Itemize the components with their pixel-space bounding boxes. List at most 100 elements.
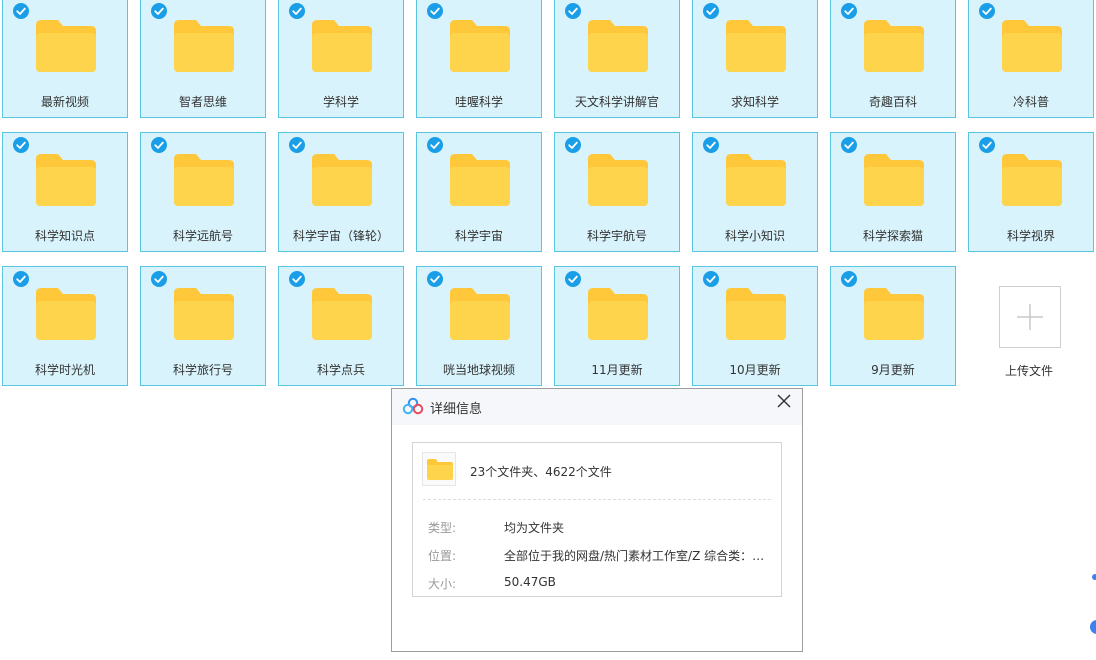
folder-tile[interactable]: 科学时光机 xyxy=(2,266,128,386)
folder-icon xyxy=(174,288,234,340)
folder-name: 奇趣百科 xyxy=(868,95,917,109)
folder-tile[interactable]: 学科学 xyxy=(278,0,404,118)
checkmark-icon[interactable] xyxy=(427,271,443,287)
checkmark-icon[interactable] xyxy=(289,137,305,153)
folder-name: 科学宇航号 xyxy=(586,229,647,243)
folder-icon xyxy=(864,20,924,72)
details-dialog: 详细信息 23个文件夹、4622个文件 类型: 均为文件夹 位置: 全部位于我的… xyxy=(391,388,803,652)
folder-name: 冷科普 xyxy=(1012,95,1049,109)
folder-icon xyxy=(450,20,510,72)
folder-icon xyxy=(864,154,924,206)
folder-tile[interactable]: 天文科学讲解官 xyxy=(554,0,680,118)
folder-name: 哇喔科学 xyxy=(454,95,503,109)
folder-icon xyxy=(450,154,510,206)
folder-icon xyxy=(588,288,648,340)
checkmark-icon[interactable] xyxy=(427,137,443,153)
folder-name: 科学远航号 xyxy=(172,229,233,243)
checkmark-icon[interactable] xyxy=(289,3,305,19)
folder-name: 天文科学讲解官 xyxy=(574,95,659,109)
folder-name: 科学宇宙 xyxy=(454,229,503,243)
folder-tile[interactable]: 科学宇航号 xyxy=(554,132,680,252)
floating-dot-icon xyxy=(1092,574,1096,580)
folder-tile[interactable]: 10月更新 xyxy=(692,266,818,386)
folder-tile[interactable]: 科学知识点 xyxy=(2,132,128,252)
folder-name: 求知科学 xyxy=(730,95,779,109)
checkmark-icon[interactable] xyxy=(703,137,719,153)
folder-tile[interactable]: 科学旅行号 xyxy=(140,266,266,386)
checkmark-icon[interactable] xyxy=(979,137,995,153)
folder-icon xyxy=(588,154,648,206)
dialog-title: 详细信息 xyxy=(430,402,483,417)
checkmark-icon[interactable] xyxy=(13,3,29,19)
upload-file-button[interactable]: 上传文件 xyxy=(966,266,1092,386)
folder-tile[interactable]: 科学探索猫 xyxy=(830,132,956,252)
floating-assistant-icon[interactable] xyxy=(1090,620,1096,634)
folder-tile[interactable]: 冷科普 xyxy=(968,0,1094,118)
checkmark-icon[interactable] xyxy=(13,137,29,153)
folder-tile[interactable]: 最新视频 xyxy=(2,0,128,118)
folder-name: 科学宇宙（锋轮） xyxy=(292,229,389,243)
checkmark-icon[interactable] xyxy=(565,137,581,153)
folder-name: 最新视频 xyxy=(40,95,89,109)
folder-tile[interactable]: 科学远航号 xyxy=(140,132,266,252)
detail-key: 大小: xyxy=(428,577,457,591)
folder-name: 9月更新 xyxy=(871,363,915,377)
details-summary: 23个文件夹、4622个文件 xyxy=(470,465,612,479)
checkmark-icon[interactable] xyxy=(841,137,857,153)
folder-icon xyxy=(427,459,453,480)
folder-tile[interactable]: 哇喔科学 xyxy=(416,0,542,118)
detail-key: 类型: xyxy=(428,521,457,535)
folder-tile[interactable]: 科学视界 xyxy=(968,132,1094,252)
detail-row-type: 类型: 均为文件夹 xyxy=(428,519,773,535)
close-icon[interactable] xyxy=(774,391,794,411)
detail-value: 50.47GB xyxy=(504,575,556,589)
folder-tile[interactable]: 科学宇宙（锋轮） xyxy=(278,132,404,252)
folder-tile[interactable]: 科学宇宙 xyxy=(416,132,542,252)
checkmark-icon[interactable] xyxy=(13,271,29,287)
checkmark-icon[interactable] xyxy=(151,137,167,153)
folder-icon xyxy=(588,20,648,72)
folder-name: 11月更新 xyxy=(591,363,643,377)
checkmark-icon[interactable] xyxy=(151,3,167,19)
folder-icon xyxy=(36,154,96,206)
checkmark-icon[interactable] xyxy=(151,271,167,287)
folder-tile[interactable]: 11月更新 xyxy=(554,266,680,386)
folder-icon xyxy=(174,20,234,72)
folder-icon xyxy=(726,20,786,72)
folder-name: 科学视界 xyxy=(1006,229,1055,243)
folder-tile[interactable]: 科学小知识 xyxy=(692,132,818,252)
folder-tile[interactable]: 智者思维 xyxy=(140,0,266,118)
folder-name: 科学时光机 xyxy=(34,363,95,377)
upload-file-label: 上传文件 xyxy=(1004,364,1053,378)
plus-icon xyxy=(1017,304,1043,330)
checkmark-icon[interactable] xyxy=(703,271,719,287)
folder-icon xyxy=(1002,154,1062,206)
checkmark-icon[interactable] xyxy=(565,3,581,19)
checkmark-icon[interactable] xyxy=(565,271,581,287)
folder-icon xyxy=(726,288,786,340)
checkmark-icon[interactable] xyxy=(979,3,995,19)
folder-icon xyxy=(312,288,372,340)
folder-name: 科学点兵 xyxy=(316,363,365,377)
folder-tile[interactable]: 科学点兵 xyxy=(278,266,404,386)
detail-value: 全部位于我的网盘/热门素材工作室/Z 综合类：古… xyxy=(504,549,773,563)
folder-tile[interactable]: 求知科学 xyxy=(692,0,818,118)
detail-row-size: 大小: 50.47GB xyxy=(428,575,773,591)
checkmark-icon[interactable] xyxy=(703,3,719,19)
checkmark-icon[interactable] xyxy=(841,271,857,287)
folder-icon xyxy=(36,20,96,72)
checkmark-icon[interactable] xyxy=(427,3,443,19)
baidu-netdisk-logo-icon xyxy=(402,397,424,415)
folder-name: 学科学 xyxy=(322,95,359,109)
checkmark-icon[interactable] xyxy=(841,3,857,19)
checkmark-icon[interactable] xyxy=(289,271,305,287)
folder-tile[interactable]: 9月更新 xyxy=(830,266,956,386)
folder-name: 咣当地球视频 xyxy=(442,363,515,377)
folder-tile[interactable]: 奇趣百科 xyxy=(830,0,956,118)
folder-icon xyxy=(450,288,510,340)
folder-tile[interactable]: 咣当地球视频 xyxy=(416,266,542,386)
upload-box[interactable] xyxy=(999,286,1061,348)
folder-name: 科学探索猫 xyxy=(862,229,923,243)
folder-grid: 最新视频 智者思维 学科学 哇喔科学 天文科学讲解官 求知科学 奇趣百科 冷科普 科学知识点 科学… xyxy=(0,0,1096,390)
folder-icon xyxy=(312,20,372,72)
